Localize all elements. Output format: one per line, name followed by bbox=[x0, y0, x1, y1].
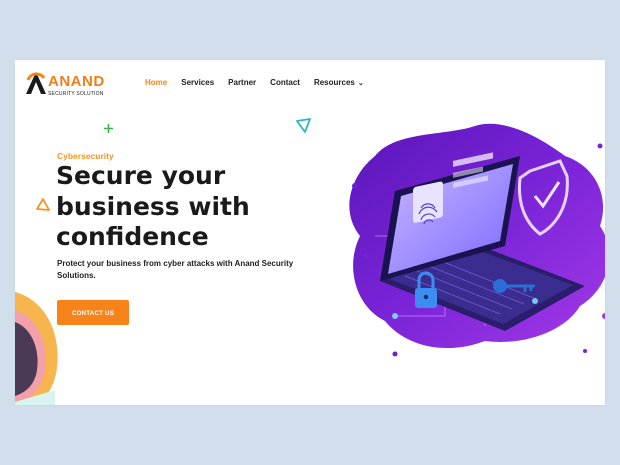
headline-line-3: confidence bbox=[56, 222, 209, 251]
triangle-outline-icon bbox=[36, 198, 50, 211]
browser-page: ANAND SECURITY SOLUTION Home Services Pa… bbox=[15, 60, 605, 405]
nav-home[interactable]: Home bbox=[145, 78, 167, 87]
plus-icon bbox=[104, 124, 113, 133]
hero-kicker: Cybersecurity bbox=[57, 151, 114, 161]
nav-resources[interactable]: Resources ⌄ bbox=[314, 78, 364, 87]
contact-us-button[interactable]: CONTACT US bbox=[57, 300, 129, 325]
main-nav: Home Services Partner Contact Resources ⌄ bbox=[145, 78, 364, 87]
chevron-down-icon: ⌄ bbox=[357, 80, 364, 87]
triangle-outline-icon bbox=[296, 118, 311, 133]
nav-services[interactable]: Services bbox=[181, 78, 214, 87]
laptop-security-illustration bbox=[349, 123, 605, 357]
brand-logo[interactable]: ANAND SECURITY SOLUTION bbox=[24, 70, 114, 98]
headline-line-1: Secure your bbox=[56, 161, 226, 190]
brand-tagline: SECURITY SOLUTION bbox=[48, 91, 104, 97]
hero-subtext: Protect your business from cyber attacks… bbox=[57, 259, 294, 280]
nav-contact[interactable]: Contact bbox=[270, 78, 300, 87]
brand-name: ANAND bbox=[48, 73, 105, 90]
headline-line-2: business with bbox=[56, 191, 250, 221]
nav-partner[interactable]: Partner bbox=[228, 78, 256, 87]
decorative-swoosh bbox=[15, 292, 58, 405]
hero-headline: Secure your business with confidence bbox=[56, 161, 296, 253]
nav-resources-label: Resources bbox=[313, 78, 355, 87]
logo-mark-icon bbox=[26, 72, 46, 94]
